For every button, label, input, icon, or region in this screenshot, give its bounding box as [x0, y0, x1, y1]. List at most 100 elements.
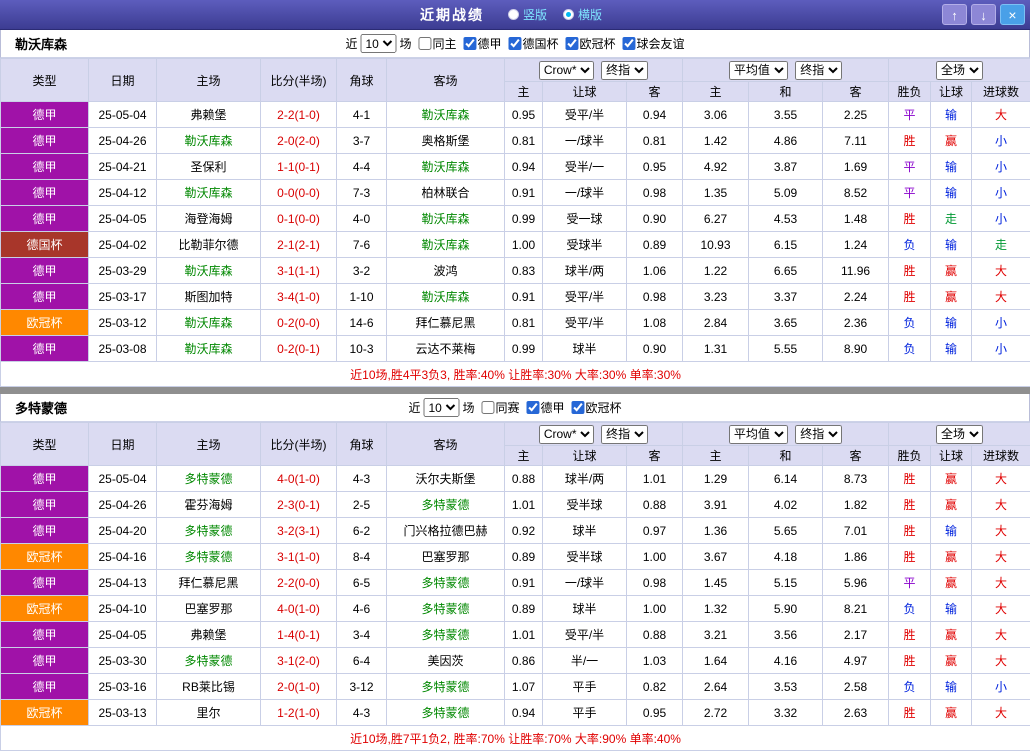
filter-checkbox[interactable] — [463, 37, 476, 50]
col-corner: 角球 — [337, 423, 387, 466]
titlebar: 近期战绩 竖版 横版 ↑ ↓ × — [0, 0, 1030, 30]
home-team: 多特蒙德 — [157, 518, 261, 544]
layout-radio-horizontal[interactable]: 横版 — [563, 6, 602, 23]
section-header: 多特蒙德 近 10 场 同赛德甲欧冠杯 — [0, 394, 1030, 422]
result-badge: 负 — [889, 232, 931, 258]
recent-count-select[interactable]: 10 — [360, 34, 396, 53]
filter-checkbox[interactable] — [566, 37, 579, 50]
odds-handicap: 一/球半 — [543, 128, 627, 154]
filter-checkbox[interactable] — [572, 401, 585, 414]
result-badge: 平 — [889, 102, 931, 128]
odds-handicap: 球半/两 — [543, 258, 627, 284]
avg-home: 2.64 — [683, 674, 749, 700]
filter-checkbox[interactable] — [481, 401, 494, 414]
goals-result-badge: 大 — [972, 492, 1030, 518]
score: 0-1(0-0) — [261, 206, 337, 232]
filter-checkbox-label: 德国杯 — [523, 35, 559, 52]
goals-result-badge: 大 — [972, 570, 1030, 596]
filter-option[interactable]: 德甲 — [522, 399, 565, 416]
layout-radio-vertical[interactable]: 竖版 — [508, 6, 547, 23]
match-row: 德国杯25-04-02比勒菲尔德2-1(2-1)7-6勒沃库森1.00受球半0.… — [1, 232, 1030, 258]
odds-handicap: 球半 — [543, 518, 627, 544]
col-avg-home: 主 — [683, 82, 749, 102]
average-type-select[interactable]: 平均值 — [729, 61, 788, 80]
odds-away: 1.01 — [627, 466, 683, 492]
avg-draw: 5.90 — [749, 596, 823, 622]
result-badge: 胜 — [889, 544, 931, 570]
filter-option[interactable]: 同主 — [413, 35, 456, 52]
handicap-result-badge: 赢 — [931, 258, 972, 284]
handicap-result-badge: 赢 — [931, 466, 972, 492]
odds-home: 0.91 — [505, 570, 543, 596]
away-team: 多特蒙德 — [387, 596, 505, 622]
col-corner: 角球 — [337, 59, 387, 102]
avg-away: 11.96 — [823, 258, 889, 284]
odds-away: 0.89 — [627, 232, 683, 258]
odds-stage-select[interactable]: 终指 — [601, 61, 648, 80]
recent-count-select[interactable]: 10 — [423, 398, 459, 417]
filter-checkbox[interactable] — [623, 37, 636, 50]
match-date: 25-04-02 — [89, 232, 157, 258]
filter-option[interactable]: 同赛 — [476, 399, 519, 416]
avg-draw: 5.65 — [749, 518, 823, 544]
odds-handicap: 半/一 — [543, 648, 627, 674]
avg-away: 8.52 — [823, 180, 889, 206]
odds-away: 0.98 — [627, 284, 683, 310]
avg-home: 1.42 — [683, 128, 749, 154]
match-date: 25-03-13 — [89, 700, 157, 726]
home-team: 比勒菲尔德 — [157, 232, 261, 258]
match-row: 欧冠杯25-04-16多特蒙德3-1(1-0)8-4巴塞罗那0.89受半球1.0… — [1, 544, 1030, 570]
close-button[interactable]: × — [1000, 4, 1025, 25]
handicap-result-badge: 赢 — [931, 570, 972, 596]
scope-select[interactable]: 全场 — [936, 425, 983, 444]
home-team: 巴塞罗那 — [157, 596, 261, 622]
col-avg-draw: 和 — [749, 446, 823, 466]
match-row: 德甲25-04-26霍芬海姆2-3(0-1)2-5多特蒙德1.01受半球0.88… — [1, 492, 1030, 518]
goals-result-badge: 小 — [972, 154, 1030, 180]
filter-checkbox[interactable] — [509, 37, 522, 50]
goals-result-badge: 小 — [972, 336, 1030, 362]
avg-draw: 5.55 — [749, 336, 823, 362]
filter-checkbox[interactable] — [527, 401, 540, 414]
odds-home: 0.94 — [505, 700, 543, 726]
avg-home: 3.06 — [683, 102, 749, 128]
odds-stage-select[interactable]: 终指 — [601, 425, 648, 444]
filter-option[interactable]: 欧冠杯 — [561, 35, 616, 52]
result-badge: 负 — [889, 336, 931, 362]
avg-home: 3.23 — [683, 284, 749, 310]
filter-option[interactable]: 德甲 — [458, 35, 501, 52]
score: 2-1(2-1) — [261, 232, 337, 258]
average-stage-select[interactable]: 终指 — [795, 425, 842, 444]
avg-away: 2.24 — [823, 284, 889, 310]
filter-games-label: 场 — [399, 35, 411, 52]
odds-company-select[interactable]: Crow* — [539, 425, 594, 444]
scroll-down-button[interactable]: ↓ — [971, 4, 996, 25]
scroll-up-button[interactable]: ↑ — [942, 4, 967, 25]
average-type-select[interactable]: 平均值 — [729, 425, 788, 444]
filter-bar: 近 10 场 同主德甲德国杯欧冠杯球会友谊 — [345, 34, 684, 53]
score: 3-1(1-0) — [261, 544, 337, 570]
match-row: 德甲25-04-21圣保利1-1(0-1)4-4勒沃库森0.94受半/一0.95… — [1, 154, 1030, 180]
odds-home: 1.01 — [505, 622, 543, 648]
avg-draw: 4.18 — [749, 544, 823, 570]
away-team: 云达不莱梅 — [387, 336, 505, 362]
odds-home: 0.99 — [505, 206, 543, 232]
filter-option[interactable]: 德国杯 — [504, 35, 559, 52]
filter-option[interactable]: 球会友谊 — [618, 35, 685, 52]
scope-select[interactable]: 全场 — [936, 61, 983, 80]
odds-company-select[interactable]: Crow* — [539, 61, 594, 80]
filter-checkbox[interactable] — [418, 37, 431, 50]
avg-draw: 3.55 — [749, 102, 823, 128]
corner-score: 4-6 — [337, 596, 387, 622]
goals-result-badge: 小 — [972, 310, 1030, 336]
league-type-badge: 德甲 — [1, 570, 89, 596]
result-scope-header: 全场 — [889, 59, 1030, 82]
filter-option[interactable]: 欧冠杯 — [567, 399, 622, 416]
radio-selected-icon — [563, 9, 574, 20]
match-date: 25-04-16 — [89, 544, 157, 570]
average-stage-select[interactable]: 终指 — [795, 61, 842, 80]
odds-away: 0.90 — [627, 336, 683, 362]
avg-draw: 4.02 — [749, 492, 823, 518]
result-badge: 负 — [889, 310, 931, 336]
away-team: 柏林联合 — [387, 180, 505, 206]
